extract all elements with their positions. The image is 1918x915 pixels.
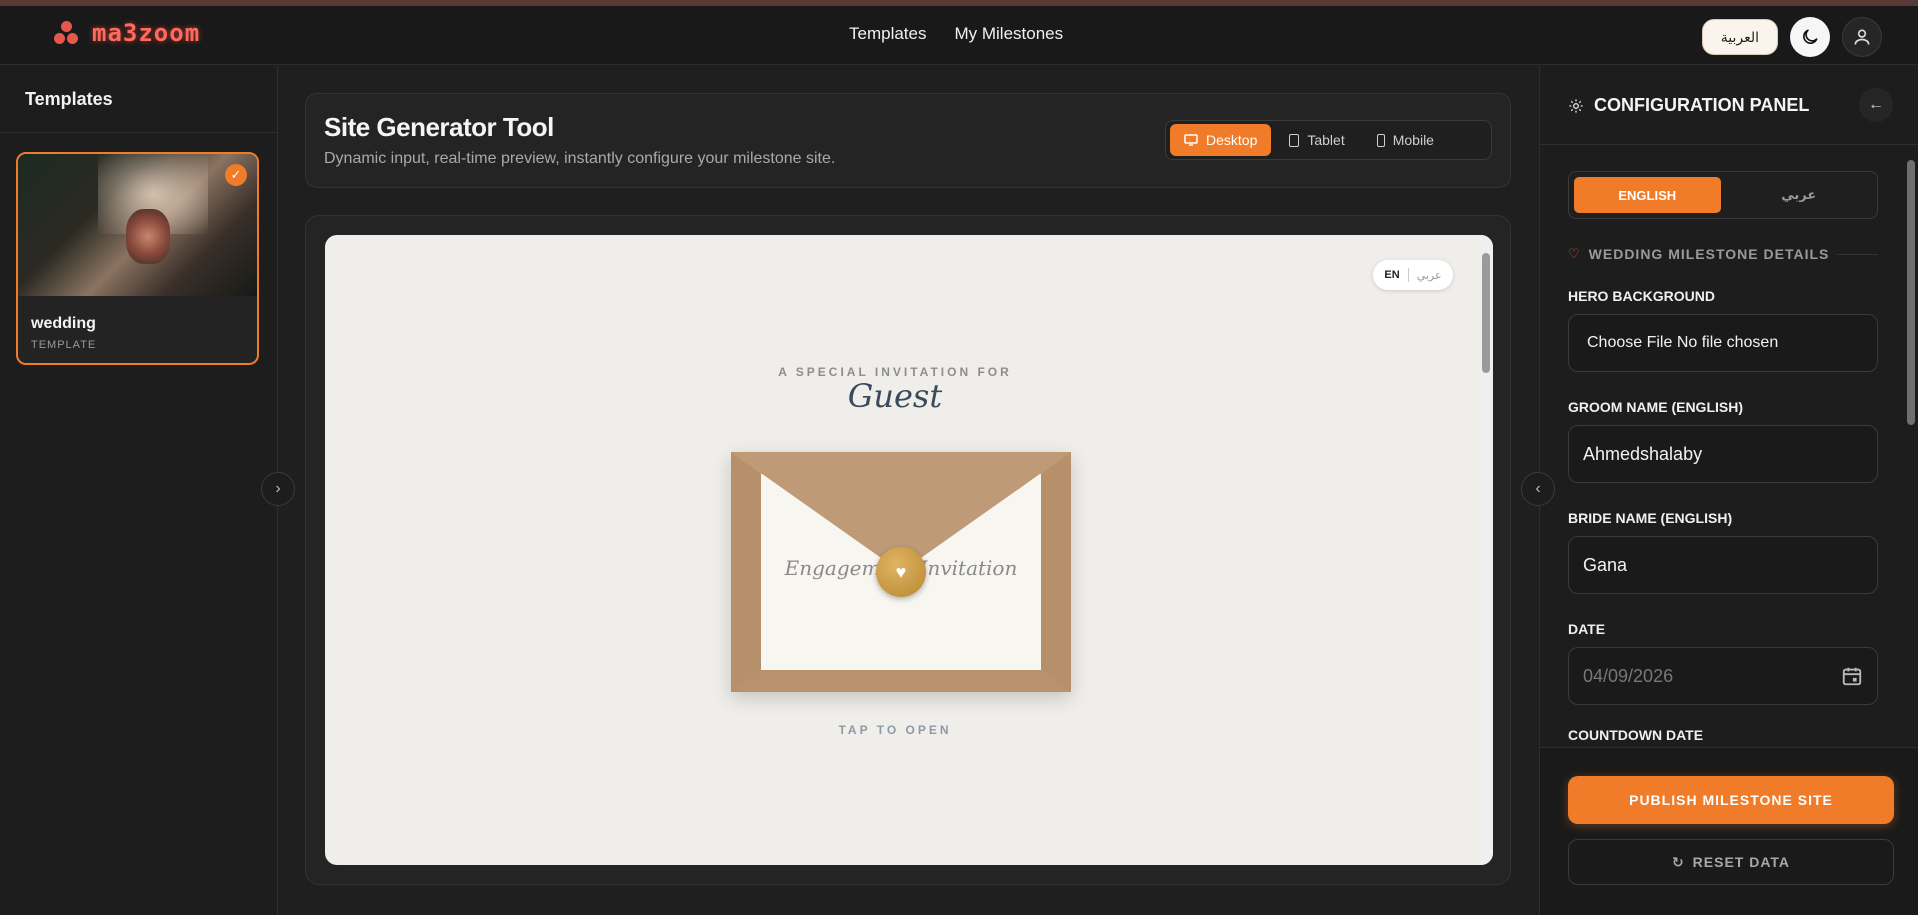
- config-panel-title-wrap: CONFIGURATION PANEL: [1568, 95, 1809, 116]
- date-label: DATE: [1568, 621, 1606, 637]
- bride-name-label: BRIDE NAME (ENGLISH): [1568, 510, 1733, 526]
- logo-text: ma3zoom: [92, 19, 201, 47]
- sidebar-divider: [0, 132, 278, 133]
- tap-to-open-text: TAP TO OPEN: [838, 723, 952, 737]
- mobile-icon: [1376, 133, 1385, 147]
- device-desktop-button[interactable]: Desktop: [1170, 124, 1272, 156]
- config-lang-english[interactable]: ENGLISH: [1574, 177, 1721, 213]
- template-card-wedding[interactable]: ✓ wedding TEMPLATE: [16, 152, 259, 365]
- config-lang-arabic[interactable]: عربي: [1726, 177, 1873, 213]
- preview-language-toggle[interactable]: EN عربي: [1373, 260, 1453, 290]
- app-logo[interactable]: ma3zoom: [52, 19, 200, 47]
- countdown-date-label: COUNTDOWN DATE: [1568, 727, 1704, 741]
- chevron-right-icon: ›: [275, 480, 281, 497]
- device-mobile-button[interactable]: Mobile: [1363, 124, 1448, 156]
- page-subtitle: Dynamic input, real-time preview, instan…: [324, 150, 836, 167]
- main-nav: Templates My Milestones: [849, 24, 1063, 44]
- preview-container: EN عربي A SPECIAL INVITATION FOR Guest E…: [305, 215, 1511, 885]
- publish-milestone-button[interactable]: PUBLISH MILESTONE SITE: [1568, 776, 1894, 824]
- moon-icon: [1803, 29, 1818, 44]
- page-title: Site Generator Tool: [324, 112, 554, 142]
- device-tablet-label: Tablet: [1307, 132, 1345, 148]
- nav-templates[interactable]: Templates: [849, 24, 926, 44]
- date-value: 04/09/2026: [1583, 665, 1674, 686]
- hero-background-label: HERO BACKGROUND: [1568, 288, 1715, 304]
- template-type: TEMPLATE: [31, 339, 97, 351]
- user-profile-button[interactable]: [1842, 17, 1882, 57]
- preview-scrollbar[interactable]: [1479, 235, 1493, 865]
- config-language-segment: ENGLISH عربي: [1568, 171, 1878, 219]
- invitation-guest-name: Guest: [847, 377, 943, 415]
- language-switch-button[interactable]: العربية: [1701, 19, 1778, 55]
- groom-name-field[interactable]: [1568, 425, 1878, 483]
- gear-icon: [1569, 98, 1583, 113]
- invitation-envelope[interactable]: Engagement Invitation ♥: [731, 452, 1071, 692]
- tablet-icon: [1289, 133, 1300, 147]
- preview-lang-ar[interactable]: عربي: [1417, 269, 1442, 282]
- section-title: WEDDING MILESTONE DETAILS: [1588, 246, 1830, 262]
- section-heading: ♡ WEDDING MILESTONE DETAILS: [1568, 246, 1878, 262]
- reset-data-label: RESET DATA: [1692, 854, 1791, 870]
- site-preview-frame[interactable]: EN عربي A SPECIAL INVITATION FOR Guest E…: [325, 235, 1493, 865]
- reset-data-button[interactable]: ↻ RESET DATA: [1568, 839, 1894, 885]
- groom-name-label: GROOM NAME (ENGLISH): [1568, 399, 1743, 415]
- template-thumbnail: ✓: [18, 154, 257, 296]
- heart-seal-icon[interactable]: ♥: [876, 547, 926, 597]
- config-panel-title: CONFIGURATION PANEL: [1594, 95, 1810, 115]
- device-switcher: Desktop Tablet Mobile: [1165, 120, 1492, 160]
- hero-background-file-input[interactable]: Choose File No file chosen: [1568, 314, 1878, 372]
- template-name: wedding: [31, 315, 96, 332]
- desktop-icon: [1184, 134, 1198, 146]
- theme-toggle-button[interactable]: [1790, 17, 1830, 57]
- bride-name-input[interactable]: [1583, 554, 1863, 576]
- bride-name-field[interactable]: [1568, 536, 1878, 594]
- chevron-left-icon: ‹: [1535, 480, 1541, 497]
- heart-icon: ♡: [1568, 246, 1581, 261]
- arrow-left-icon: ←: [1868, 96, 1884, 113]
- calendar-icon[interactable]: [1841, 665, 1863, 687]
- selected-check-icon: ✓: [225, 164, 247, 186]
- nav-my-milestones[interactable]: My Milestones: [954, 24, 1063, 44]
- date-field[interactable]: 04/09/2026: [1568, 647, 1878, 705]
- device-desktop-label: Desktop: [1206, 132, 1258, 148]
- config-scrollbar[interactable]: [1904, 148, 1918, 742]
- app-header: ma3zoom Templates My Milestones العربية: [0, 6, 1918, 65]
- user-icon: [1854, 29, 1870, 45]
- templates-sidebar: Templates ✓ wedding TEMPLATE: [0, 66, 278, 915]
- config-back-button[interactable]: ←: [1859, 88, 1893, 122]
- collapse-left-sidebar-button[interactable]: ›: [261, 472, 295, 506]
- reset-icon: ↻: [1671, 853, 1685, 870]
- config-footer: PUBLISH MILESTONE SITE ↻ RESET DATA: [1540, 747, 1918, 915]
- config-panel-header: CONFIGURATION PANEL ←: [1540, 66, 1918, 145]
- tool-header-card: Site Generator Tool Dynamic input, real-…: [305, 93, 1511, 188]
- config-form: ENGLISH عربي ♡ WEDDING MILESTONE DETAILS…: [1568, 171, 1878, 741]
- header-actions: العربية: [1701, 17, 1882, 57]
- collapse-config-panel-button[interactable]: ‹: [1521, 472, 1555, 506]
- groom-name-input[interactable]: [1583, 443, 1863, 465]
- preview-lang-en[interactable]: EN: [1384, 269, 1399, 281]
- device-tablet-button[interactable]: Tablet: [1275, 124, 1358, 156]
- device-mobile-label: Mobile: [1392, 132, 1434, 148]
- sidebar-title: Templates: [25, 89, 113, 109]
- configuration-panel: CONFIGURATION PANEL ← ENGLISH عربي ♡ WED…: [1539, 66, 1918, 915]
- logo-mark-icon: [52, 19, 80, 47]
